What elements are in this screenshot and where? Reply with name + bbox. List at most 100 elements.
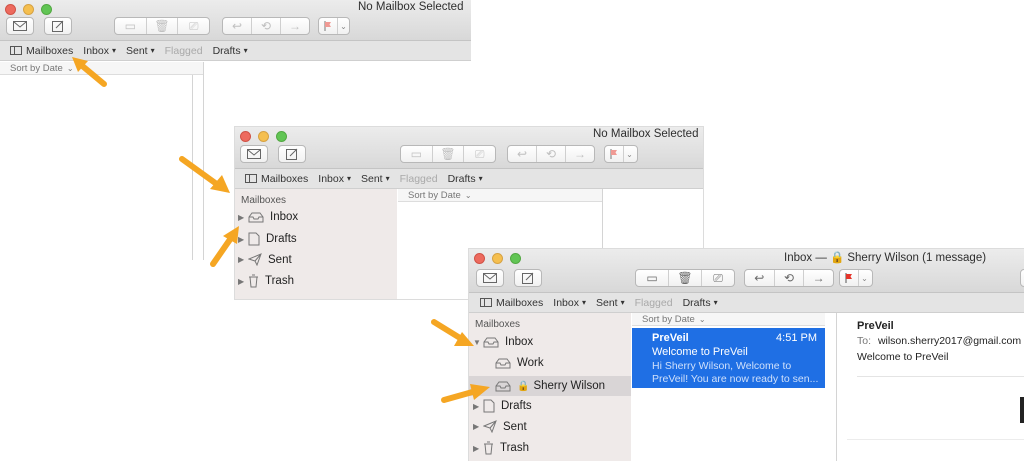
mailbox-sent[interactable]: ▶ Sent [238, 253, 292, 266]
trash-icon [483, 441, 494, 455]
sidebar-icon [245, 174, 257, 183]
sidebar-header: Mailboxes [475, 319, 521, 330]
reply-icon[interactable]: ↩ [508, 146, 537, 162]
arrow-icon [441, 384, 490, 403]
archive-icon[interactable]: ▭ [636, 270, 669, 286]
message-time: 4:51 PM [776, 332, 817, 344]
chevron-down-icon: ▾ [385, 174, 390, 183]
forward-icon[interactable]: → [566, 146, 594, 162]
chevron-down-icon: ▾ [150, 46, 155, 55]
forward-icon[interactable]: → [281, 18, 309, 34]
flag-menu-button[interactable]: ⌄ [604, 145, 638, 163]
compose-button[interactable] [514, 269, 542, 287]
window-title: No Mailbox Selected [358, 1, 464, 13]
compose-icon [286, 148, 298, 160]
message-list-item[interactable]: PreVeil 4:51 PM Welcome to PreVeil Hi Sh… [632, 328, 825, 388]
trash-icon[interactable]: 🗑 [433, 146, 465, 162]
get-mail-button[interactable] [6, 17, 34, 35]
junk-icon[interactable]: ⎚ [178, 18, 209, 34]
favorite-sent[interactable]: Sent ▾ [361, 173, 390, 185]
mailbox-trash[interactable]: ▶ Trash [473, 441, 529, 455]
favorite-inbox[interactable]: Inbox ▾ [553, 297, 586, 309]
mailbox-drafts[interactable]: ▶ Drafts [238, 232, 297, 246]
favorite-sent[interactable]: Sent ▾ [126, 45, 155, 57]
mailboxes-toggle[interactable]: Mailboxes [10, 45, 73, 57]
paper-plane-icon [248, 253, 262, 266]
arrow-icon [179, 156, 230, 193]
search-field[interactable] [1020, 269, 1024, 287]
reply-icon[interactable]: ↩ [745, 270, 775, 286]
disclosure-triangle-icon[interactable]: ▶ [473, 444, 483, 453]
favorite-sent[interactable]: Sent ▾ [596, 297, 625, 309]
mailboxes-toggle[interactable]: Mailboxes [245, 173, 308, 185]
flag-menu-button[interactable]: ⌄ [839, 269, 873, 287]
chevron-down-icon: ⌄ [698, 314, 706, 324]
junk-icon[interactable]: ⎚ [702, 270, 734, 286]
window-title: Inbox — 🔒 Sherry Wilson (1 message) [784, 252, 987, 264]
disclosure-triangle-icon[interactable]: ▶ [238, 213, 248, 222]
favorite-flagged[interactable]: Flagged [635, 297, 673, 309]
reader-from: PreVeil [857, 320, 894, 332]
body-separator [847, 439, 1024, 440]
sort-by-date-button[interactable]: Sort by Date ⌄ [632, 313, 825, 326]
trash-icon[interactable]: 🗑 [669, 270, 702, 286]
mailboxes-toggle[interactable]: Mailboxes [480, 297, 543, 309]
sidebar-icon [10, 46, 22, 55]
reply-icon[interactable]: ↩ [223, 18, 252, 34]
favorite-flagged[interactable]: Flagged [165, 45, 203, 57]
mailbox-work[interactable]: Work [495, 357, 544, 369]
reply-all-icon[interactable]: ⟲ [252, 18, 281, 34]
disclosure-triangle-icon[interactable]: ▶ [473, 422, 483, 431]
favorite-drafts[interactable]: Drafts ▾ [683, 297, 718, 309]
get-mail-button[interactable] [240, 145, 268, 163]
chevron-down-icon: ▾ [620, 298, 625, 307]
compose-button[interactable] [44, 17, 72, 35]
zoom-button[interactable] [41, 4, 52, 15]
archive-delete-junk-group: ▭ 🗑 ⎚ [114, 17, 210, 35]
favorite-drafts[interactable]: Drafts ▾ [213, 45, 248, 57]
envelope-icon [483, 273, 497, 283]
sort-by-date-button[interactable]: Sort by Date ⌄ [398, 189, 602, 202]
reply-all-icon[interactable]: ⟲ [537, 146, 566, 162]
reply-all-icon[interactable]: ⟲ [775, 270, 805, 286]
get-mail-button[interactable] [476, 269, 504, 287]
close-button[interactable] [240, 131, 251, 142]
archive-icon[interactable]: ▭ [115, 18, 147, 34]
chevron-down-icon: ▾ [346, 174, 351, 183]
chevron-down-icon: ▾ [243, 46, 248, 55]
toolbar: Inbox — 🔒 Sherry Wilson (1 message) ▭ 🗑 ⎚… [469, 249, 1024, 293]
minimize-button[interactable] [23, 4, 34, 15]
lock-icon: 🔒 [830, 252, 845, 264]
mailbox-inbox[interactable]: ▶ Inbox [238, 211, 298, 223]
favorite-inbox[interactable]: Inbox ▾ [318, 173, 351, 185]
zoom-button[interactable] [276, 131, 287, 142]
mailbox-sent[interactable]: ▶ Sent [473, 420, 527, 433]
flag-menu-button[interactable]: ⌄ [318, 17, 350, 35]
trash-icon[interactable]: 🗑 [147, 18, 179, 34]
junk-icon[interactable]: ⎚ [464, 146, 495, 162]
sidebar-icon [480, 298, 492, 307]
zoom-button[interactable] [510, 253, 521, 264]
archive-icon[interactable]: ▭ [401, 146, 433, 162]
compose-button[interactable] [278, 145, 306, 163]
close-button[interactable] [5, 4, 16, 15]
reply-group: ↩ ⟲ → [744, 269, 834, 287]
chevron-down-icon: ⌄ [861, 273, 868, 283]
minimize-button[interactable] [492, 253, 503, 264]
minimize-button[interactable] [258, 131, 269, 142]
disclosure-triangle-icon[interactable]: ▶ [238, 277, 248, 286]
chevron-down-icon: ⌄ [464, 190, 472, 200]
mailbox-trash[interactable]: ▶ Trash [238, 274, 294, 288]
chevron-down-icon: ⌄ [626, 149, 633, 159]
document-icon [248, 232, 260, 246]
trash-icon [248, 274, 259, 288]
forward-icon[interactable]: → [804, 270, 833, 286]
flag-icon [840, 270, 859, 286]
message-sender: PreVeil [652, 332, 689, 344]
favorite-drafts[interactable]: Drafts ▾ [448, 173, 483, 185]
favorite-flagged[interactable]: Flagged [400, 173, 438, 185]
mailbox-inbox[interactable]: ▼ Inbox [473, 336, 533, 348]
window-controls [240, 131, 287, 142]
chevron-down-icon: ▾ [713, 298, 718, 307]
close-button[interactable] [474, 253, 485, 264]
